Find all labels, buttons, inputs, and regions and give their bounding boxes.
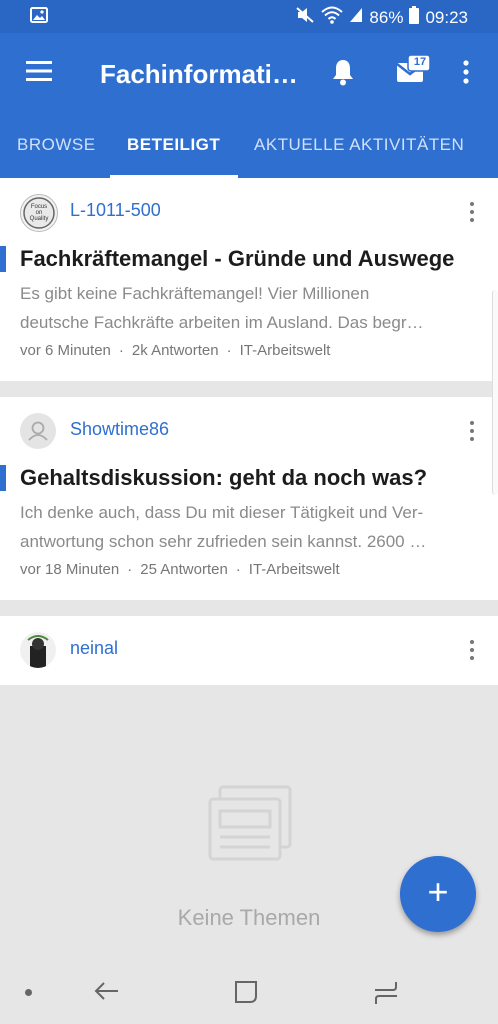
tab-beteiligt[interactable]: BETEILIGT [127, 135, 220, 155]
excerpt-line: Es gibt keine Fachkräftemangel! Vier Mil… [20, 284, 370, 303]
reply-count: 25 Antworten [140, 561, 228, 578]
unread-indicator [0, 246, 6, 272]
excerpt-line: antwortung schon sehr zufrieden sein kan… [20, 532, 427, 551]
more-options-icon[interactable] [470, 202, 474, 226]
avatar-logo-line3: Quality [30, 216, 49, 222]
excerpt-line: deutsche Fachkräfte arbeiten im Ausland.… [20, 313, 424, 332]
page-title: Fachinformati… [100, 59, 298, 89]
home-icon[interactable] [233, 979, 259, 1010]
avatar [20, 632, 56, 668]
signal-icon [349, 7, 363, 28]
thread-meta: vor 6 Minuten · 2k Antworten · IT-Arbeitswel… [20, 342, 331, 359]
messages-icon[interactable]: 17 [396, 54, 432, 90]
mail-badge: 17 [413, 56, 427, 68]
author-link[interactable]: neinal [70, 638, 118, 659]
clock: 09:23 [425, 7, 468, 27]
back-icon[interactable] [94, 978, 120, 1009]
recent-apps-icon[interactable] [372, 978, 400, 1011]
author-link[interactable]: Showtime86 [70, 419, 169, 440]
app-bar: Fachinformati… 17 [0, 33, 498, 111]
author-link[interactable]: L-1011-500 [70, 200, 161, 221]
image-notification-icon [30, 7, 48, 28]
nav-dot-icon [25, 989, 32, 996]
thread-card[interactable]: neinal [0, 616, 498, 685]
avatar: Focus on Quality [20, 194, 58, 232]
battery-percent: 86% [369, 7, 404, 27]
thread-time: vor 6 Minuten [20, 342, 111, 359]
scrollbar[interactable] [492, 290, 498, 495]
forum-name: IT-Arbeitswelt [239, 342, 331, 359]
mute-icon [295, 6, 315, 29]
battery-icon [409, 6, 420, 29]
unread-indicator [0, 465, 6, 491]
thread-time: vor 18 Minuten [20, 561, 120, 578]
thread-title[interactable]: Gehaltsdiskussion: geht da noch was? [20, 465, 427, 491]
thread-title[interactable]: Fachkräftemangel - Gründe und Auswege [20, 246, 454, 272]
system-navigation-bar [0, 960, 498, 1024]
forum-name: IT-Arbeitswelt [248, 561, 340, 578]
reply-count: 2k Antworten [131, 342, 219, 359]
thread-card[interactable]: Showtime86 Gehaltsdiskussion: geht da no… [0, 397, 498, 600]
thread-excerpt: Es gibt keine Fachkräftemangel! Vier Mil… [20, 279, 480, 337]
tab-bar: BROWSE BETEILIGT AKTUELLE AKTIVITÄTEN [0, 111, 498, 178]
tab-browse[interactable]: BROWSE [17, 135, 96, 155]
thread-meta: vor 18 Minuten · 25 Antworten · IT-Arbeitswe… [20, 561, 340, 578]
tab-aktuelle-aktivitaeten[interactable]: AKTUELLE AKTIVITÄTEN [254, 135, 464, 155]
notifications-bell-icon[interactable] [331, 58, 355, 91]
overflow-menu-icon[interactable] [463, 60, 469, 89]
thread-excerpt: Ich denke auch, dass Du mit dieser Tätig… [20, 498, 480, 556]
wifi-icon [321, 6, 344, 29]
thread-card[interactable]: Focus on Quality L-1011-500 Fachkräftema… [0, 178, 498, 381]
more-options-icon[interactable] [470, 640, 474, 664]
menu-icon[interactable] [26, 61, 52, 86]
more-options-icon[interactable] [470, 421, 474, 445]
status-bar: 86% 09:23 [0, 0, 498, 33]
avatar-placeholder [20, 413, 56, 449]
add-topic-button[interactable]: + [400, 856, 476, 932]
excerpt-line: Ich denke auch, dass Du mit dieser Tätig… [20, 503, 424, 522]
empty-topics-icon [208, 785, 292, 866]
